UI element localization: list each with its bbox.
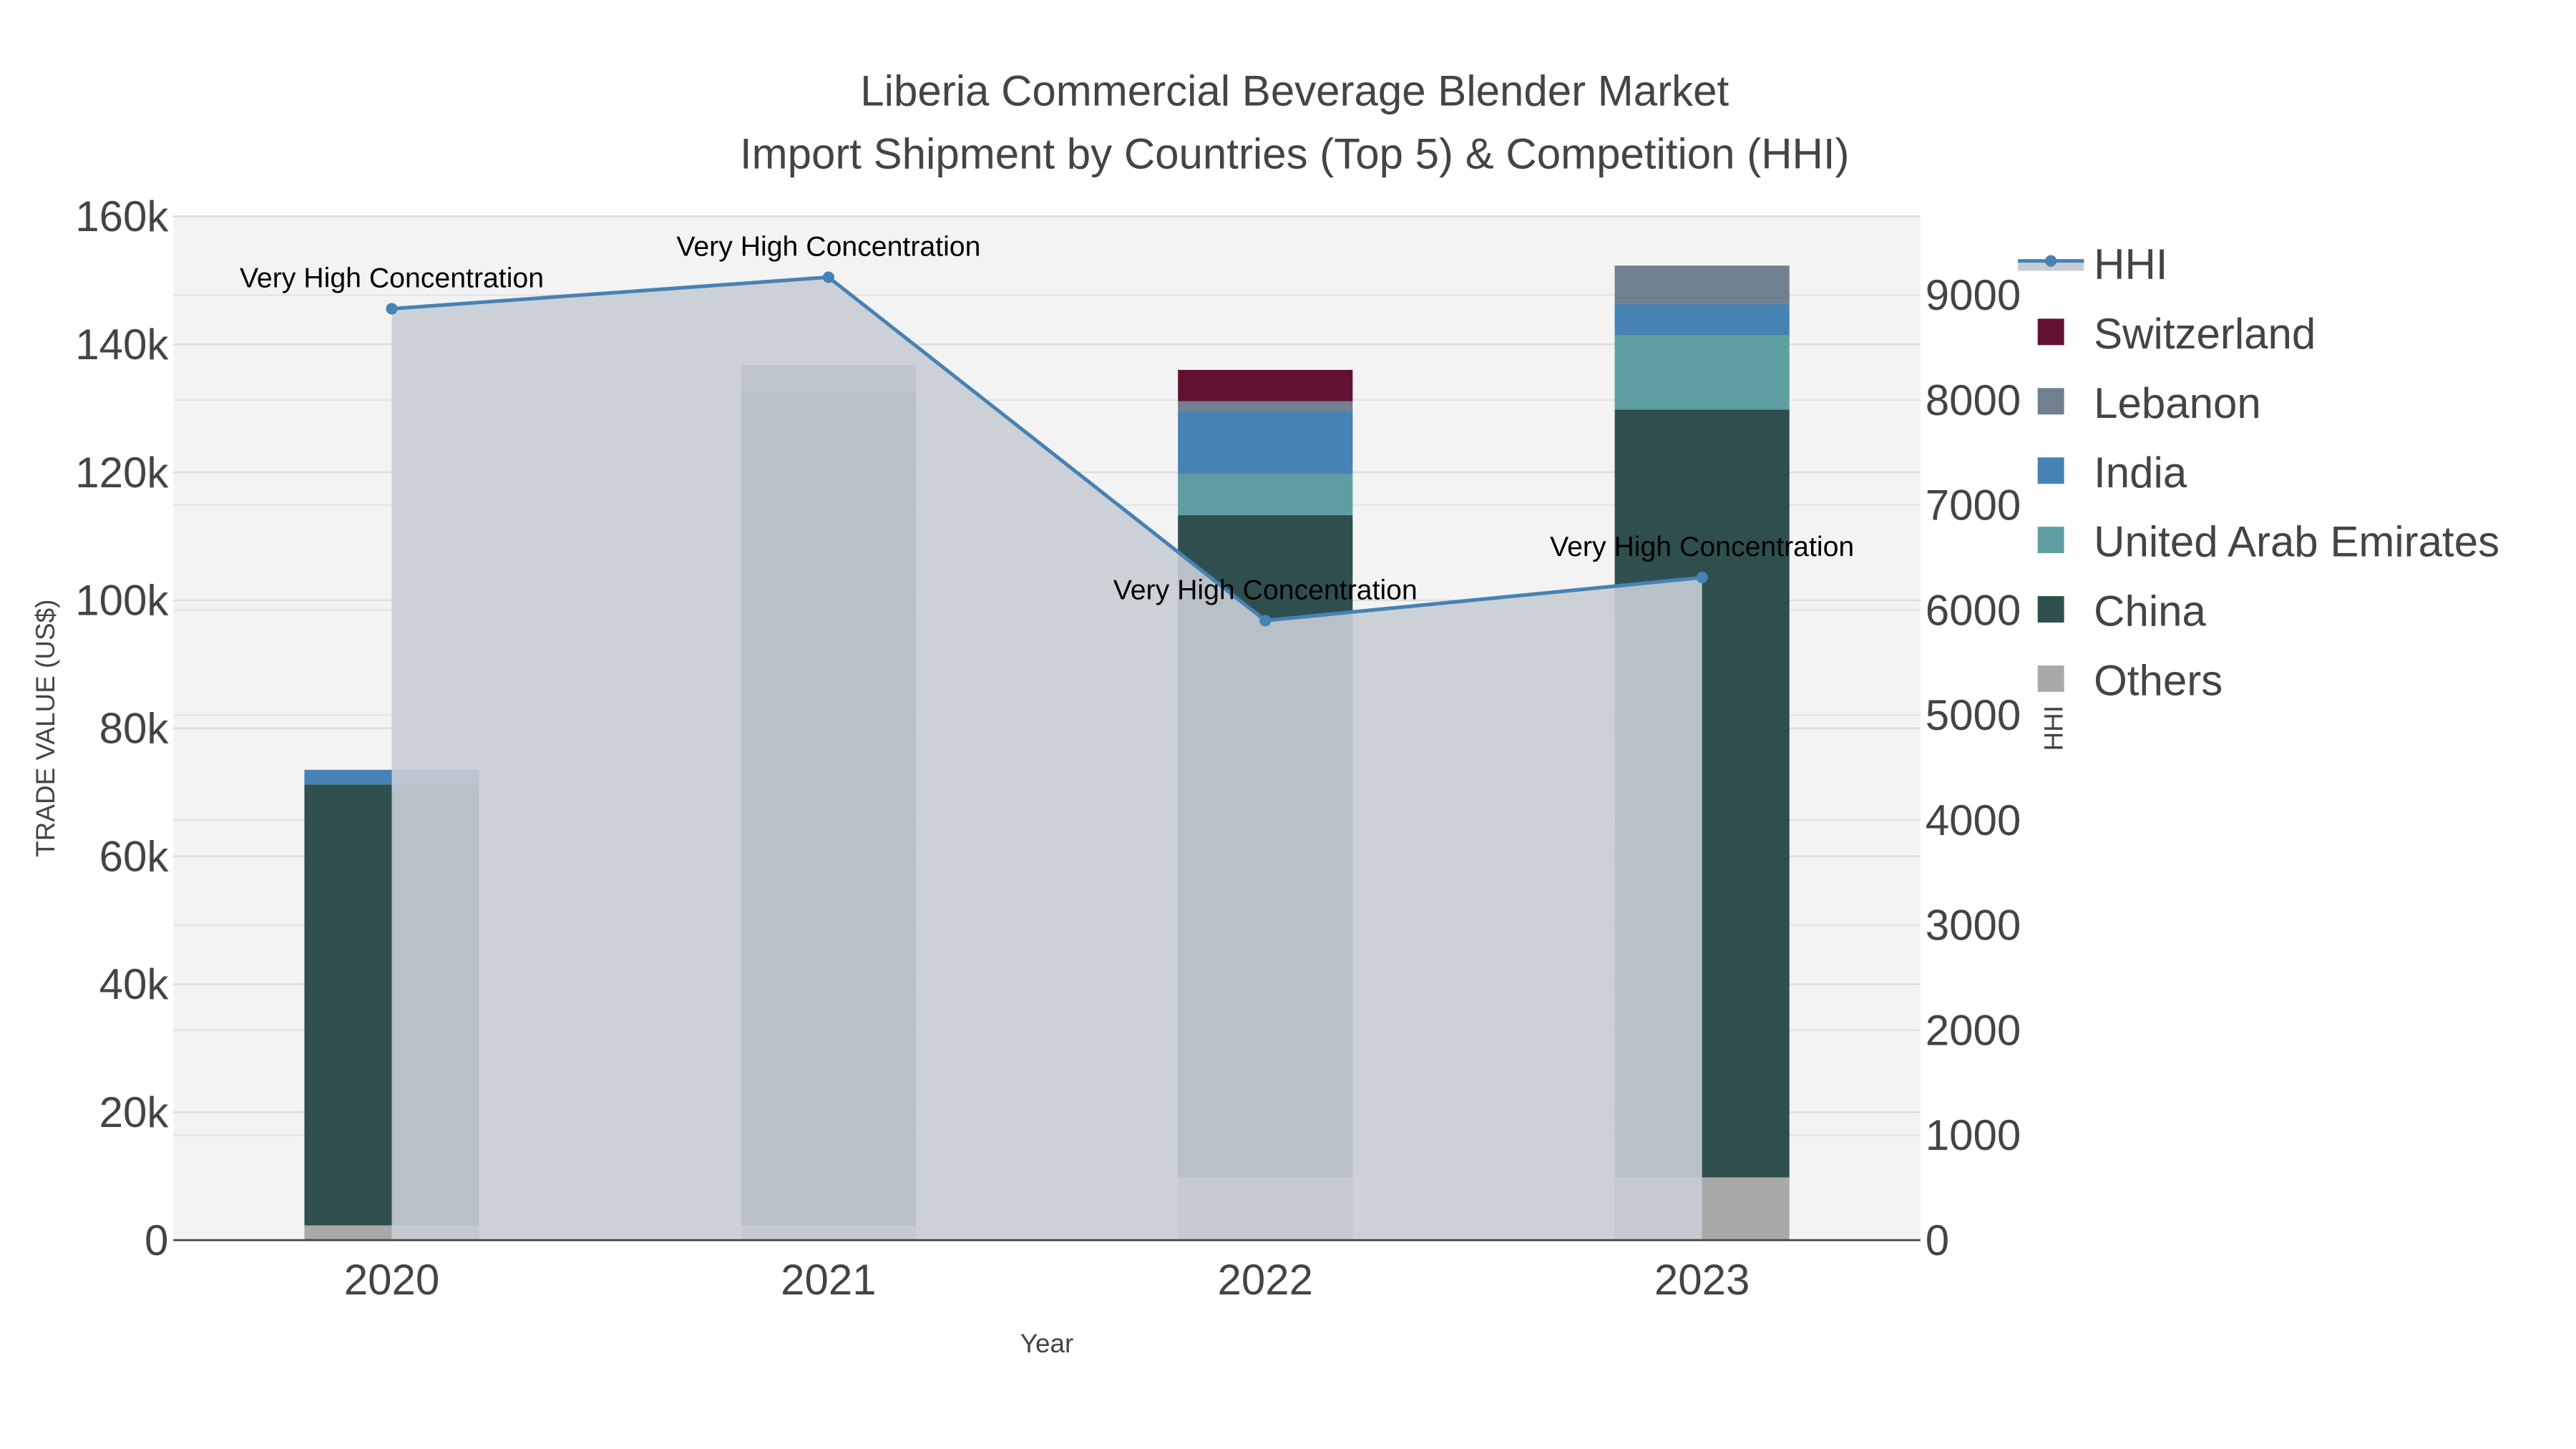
x-tick-label: 2020: [344, 1256, 439, 1304]
chart-title: Liberia Commercial Beverage Blender Mark…: [860, 67, 1729, 115]
y2-tick-label: 8000: [1926, 376, 2021, 424]
legend-label: HHI: [2094, 240, 2167, 288]
legend-label: China: [2094, 587, 2206, 635]
y-tick-label: 120k: [75, 449, 169, 497]
bar-lebanon-2022: [1178, 401, 1353, 412]
legend-swatch-china: [2037, 596, 2064, 623]
hhi-trade-chart: Very High Concentration Very High Concent…: [31, 67, 2499, 1358]
bar-united-arab-emirates-2022: [1178, 474, 1353, 515]
y2-tick-label: 4000: [1926, 796, 2021, 844]
y2-tick-label: 6000: [1926, 586, 2021, 634]
hhi-annotation-2023: Very High Concentration: [1550, 531, 1854, 562]
x-tick-label: 2023: [1654, 1256, 1750, 1304]
y2-tick-label: 0: [1926, 1216, 1949, 1264]
legend-hhi-marker-icon: [2045, 255, 2057, 267]
legend-swatch-switzerland: [2037, 318, 2064, 346]
legend-swatch-lebanon: [2037, 388, 2064, 415]
y-tick-label: 0: [145, 1216, 168, 1264]
y-axis-title: TRADE VALUE (US$): [31, 600, 60, 857]
y2-axis-title: HHI: [2039, 706, 2068, 751]
hhi-annotation-2022: Very High Concentration: [1113, 574, 1418, 605]
y-tick-label: 100k: [75, 577, 169, 625]
hhi-annotation-2020: Very High Concentration: [240, 262, 544, 293]
legend-swatch-others: [2037, 665, 2064, 692]
bar-united-arab-emirates-2023: [1614, 335, 1790, 410]
legend-swatch-india: [2037, 457, 2064, 484]
y-tick-label: 160k: [75, 192, 169, 240]
hhi-annotation-2021: Very High Concentration: [676, 230, 980, 262]
y2-tick-label: 1000: [1926, 1111, 2021, 1159]
bar-lebanon-2023: [1614, 265, 1790, 304]
y2-tick-label: 2000: [1926, 1006, 2021, 1054]
legend: HHI Switzerland Lebanon India United Arab Em…: [2017, 240, 2499, 705]
hhi-point-2023: [1696, 572, 1708, 584]
x-tick-label: 2021: [781, 1256, 876, 1304]
legend-swatch-united-arab-emirates: [2037, 527, 2064, 554]
x-tick-label: 2022: [1218, 1256, 1313, 1304]
y2-tick-label: 7000: [1926, 482, 2021, 530]
y-tick-label: 20k: [99, 1088, 170, 1136]
legend-label: Others: [2094, 657, 2223, 705]
y-tick-label: 80k: [99, 704, 170, 752]
legend-label: United Arab Emirates: [2094, 518, 2499, 566]
bar-switzerland-2022: [1178, 369, 1353, 401]
chart-subtitle: Import Shipment by Countries (Top 5) & C…: [740, 130, 1850, 177]
x-axis-title: Year: [1020, 1329, 1074, 1358]
bar-india-2022: [1178, 411, 1353, 474]
y2-tick-label: 5000: [1926, 691, 2021, 739]
legend-label: Switzerland: [2094, 310, 2316, 358]
hhi-point-2022: [1259, 615, 1272, 627]
bar-india-2023: [1614, 303, 1790, 336]
y-tick-label: 60k: [99, 832, 170, 880]
y2-tick-label: 3000: [1926, 902, 2021, 950]
hhi-point-2021: [822, 271, 834, 283]
y2-tick-label: 9000: [1926, 271, 2021, 319]
y-tick-label: 40k: [99, 960, 170, 1008]
legend-label: Lebanon: [2094, 379, 2261, 427]
hhi-point-2020: [386, 303, 398, 315]
legend-label: India: [2094, 449, 2187, 497]
y-tick-label: 140k: [75, 321, 169, 369]
